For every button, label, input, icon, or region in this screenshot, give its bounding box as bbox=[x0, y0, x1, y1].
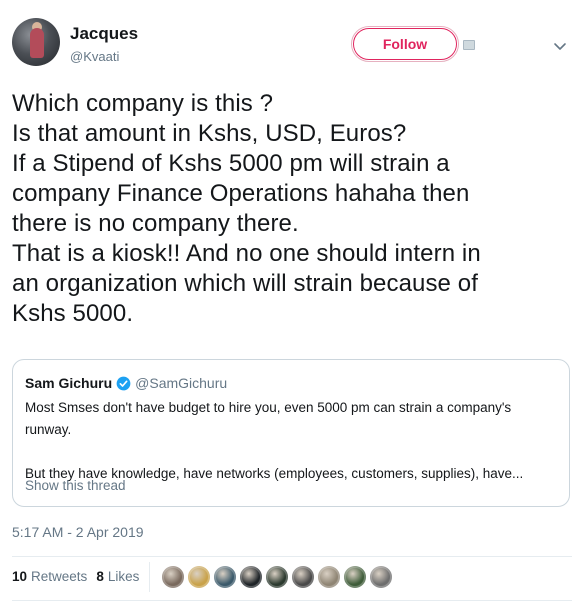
avatar-figure bbox=[30, 28, 44, 58]
likes-stat[interactable]: 8 Likes bbox=[96, 569, 139, 584]
liker-avatar[interactable] bbox=[266, 566, 288, 588]
quoted-author-handle: @SamGichuru bbox=[135, 375, 228, 391]
liker-avatar[interactable] bbox=[318, 566, 340, 588]
liker-avatar[interactable] bbox=[162, 566, 184, 588]
liker-avatar[interactable] bbox=[214, 566, 236, 588]
liker-avatar[interactable] bbox=[344, 566, 366, 588]
tweet-timestamp[interactable]: 5:17 AM - 2 Apr 2019 bbox=[12, 524, 144, 540]
stats-separator bbox=[149, 562, 150, 592]
retweets-label: Retweets bbox=[31, 569, 88, 584]
tweet-header: Jacques @Kvaati Follow bbox=[12, 18, 572, 70]
retweets-stat[interactable]: 10 Retweets bbox=[12, 569, 87, 584]
retweets-count: 10 bbox=[12, 569, 28, 584]
liker-avatar[interactable] bbox=[188, 566, 210, 588]
quoted-author-name: Sam Gichuru bbox=[25, 375, 113, 391]
verified-badge-icon bbox=[116, 376, 131, 390]
author-name[interactable]: Jacques bbox=[70, 24, 138, 44]
author-avatar[interactable] bbox=[12, 18, 60, 66]
show-thread-link[interactable]: Show this thread bbox=[25, 478, 126, 493]
divider bbox=[12, 556, 572, 557]
liker-avatar[interactable] bbox=[292, 566, 314, 588]
tweet-text: Which company is this ? Is that amount i… bbox=[12, 90, 481, 327]
liker-avatar[interactable] bbox=[240, 566, 262, 588]
liker-avatars bbox=[162, 566, 396, 588]
likes-count: 8 bbox=[96, 569, 104, 584]
card-icon bbox=[463, 40, 475, 50]
tweet-stats: 10 Retweets 8 Likes bbox=[12, 569, 148, 584]
author-handle[interactable]: @Kvaati bbox=[70, 49, 119, 64]
chevron-down-icon[interactable] bbox=[552, 38, 568, 54]
liker-avatar[interactable] bbox=[370, 566, 392, 588]
quoted-tweet-body: Most Smses don't have budget to hire you… bbox=[25, 400, 524, 481]
quoted-tweet[interactable]: Sam Gichuru @SamGichuru Most Smses don't… bbox=[12, 359, 570, 507]
likes-label: Likes bbox=[107, 569, 140, 584]
divider bbox=[12, 600, 572, 601]
follow-button[interactable]: Follow bbox=[351, 26, 459, 62]
quoted-tweet-header: Sam Gichuru @SamGichuru bbox=[25, 374, 557, 392]
